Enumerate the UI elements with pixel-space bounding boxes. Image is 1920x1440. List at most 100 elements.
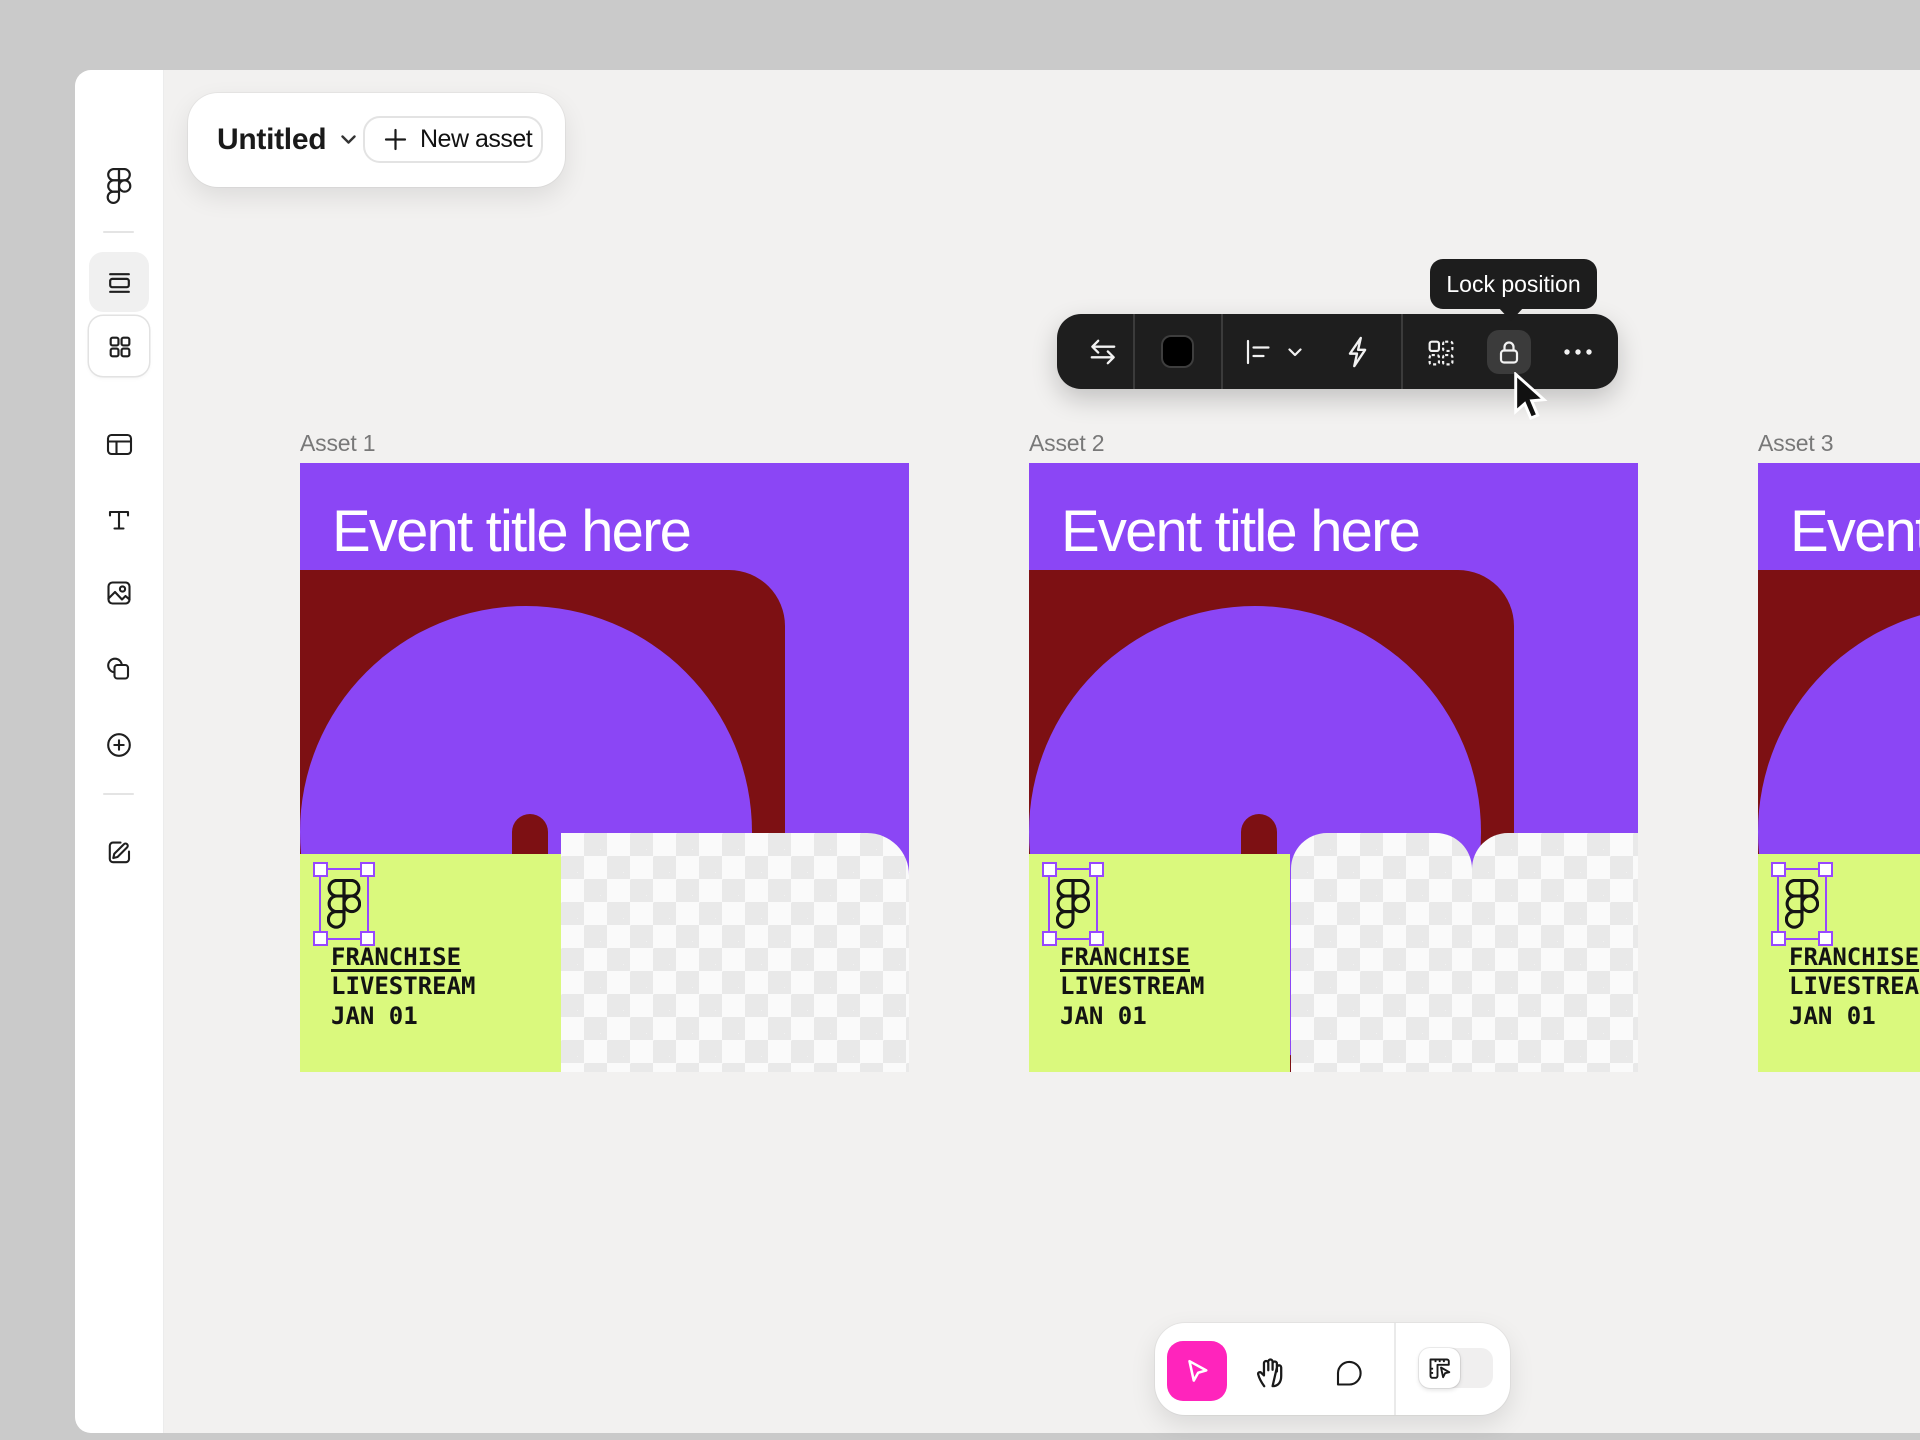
brand-line: LIVESTREAM [1060, 972, 1205, 1001]
sidebar-item-shapes[interactable] [97, 648, 141, 692]
selection-handle[interactable] [313, 931, 328, 946]
selection-handle[interactable] [1089, 862, 1104, 877]
figma-logo[interactable] [107, 168, 132, 205]
selection-handle[interactable] [1771, 862, 1786, 877]
sidebar-item-templates[interactable] [97, 422, 141, 466]
transparent-image-slot[interactable] [1472, 833, 1638, 1072]
brand-logo-icon [327, 879, 361, 930]
fill-color-swatch[interactable] [1163, 337, 1192, 366]
text-icon [104, 505, 134, 535]
brand-line: LIVESTREAM [1789, 972, 1920, 1001]
shapes-icon [104, 655, 134, 685]
asset-label: Asset 1 [300, 430, 375, 457]
swap-instance-button[interactable] [1073, 322, 1133, 382]
event-title[interactable]: Event title here [1790, 499, 1920, 565]
comment-tool-button[interactable] [1332, 1356, 1364, 1388]
brand-line: FRANCHISE [1060, 943, 1205, 972]
asset-label: Asset 2 [1029, 430, 1104, 457]
asset-group-2: Asset 2 Event title here FRANCHISE LIVES… [1029, 430, 1104, 457]
swap-arrows-icon [1087, 337, 1119, 367]
brand-line: JAN 01 [1789, 1002, 1920, 1031]
figma-logo-icon [107, 168, 132, 205]
brand-text[interactable]: FRANCHISE LIVESTREAM JAN 01 [331, 943, 476, 1031]
select-tool-button[interactable] [1167, 1341, 1227, 1401]
selection-handle[interactable] [360, 862, 375, 877]
sidebar-item-covers[interactable] [89, 252, 149, 312]
tooltip-caret [1498, 307, 1524, 321]
brand-text[interactable]: FRANCHISE LIVESTREAM JAN 01 [1060, 943, 1205, 1031]
more-options-button[interactable] [1557, 340, 1599, 364]
sidebar-item-assets[interactable] [89, 316, 149, 376]
brand-line: LIVESTREAM [331, 972, 476, 1001]
brand-line: JAN 01 [1060, 1002, 1205, 1031]
animate-button[interactable] [1339, 332, 1375, 372]
brand-line: FRANCHISE [1789, 943, 1920, 972]
component-grid-icon [1425, 337, 1456, 368]
canvas-toolbar [1155, 1323, 1510, 1415]
brand-text[interactable]: FRANCHISE LIVESTREAM JAN 01 [1789, 943, 1920, 1031]
sidebar [75, 70, 164, 1433]
tooltip: Lock position [1430, 259, 1597, 309]
lock-position-button[interactable] [1487, 330, 1531, 374]
selected-logo-frame[interactable] [321, 870, 367, 938]
new-asset-button[interactable]: New asset [363, 116, 543, 163]
dev-mode-toggle[interactable] [1419, 1348, 1493, 1388]
sidebar-item-add[interactable] [97, 723, 141, 767]
asset-group-3: Asset 3 Event title here FRANCHISE LIVES… [1758, 430, 1833, 457]
brand-logo-icon [1056, 879, 1090, 930]
selection-handle[interactable] [1042, 862, 1057, 877]
toolbar-divider [1133, 314, 1135, 389]
selection-handle[interactable] [313, 862, 328, 877]
toolbar-divider [1394, 1323, 1396, 1415]
asset-card-3[interactable]: Event title here FRANCHISE LIVESTREAM JA… [1758, 463, 1920, 1072]
toolbar-divider [1401, 314, 1403, 389]
chevron-down-icon [1288, 348, 1302, 357]
selected-logo-frame[interactable] [1050, 870, 1096, 938]
cursor-arrow-icon [1512, 372, 1550, 426]
sidebar-divider-bottom [103, 793, 134, 795]
hand-icon [1254, 1355, 1288, 1389]
transparent-image-slot[interactable] [561, 833, 909, 1072]
hand-tool-button[interactable] [1253, 1354, 1289, 1390]
sidebar-item-image[interactable] [97, 571, 141, 615]
alignment-dropdown[interactable] [1285, 344, 1305, 360]
selected-logo-frame[interactable] [1779, 870, 1825, 938]
transparent-image-slot[interactable] [1291, 833, 1472, 1072]
plus-circle-icon [104, 730, 134, 760]
event-title[interactable]: Event title here [332, 499, 909, 565]
dev-mode-knob[interactable] [1419, 1348, 1460, 1388]
event-title[interactable]: Event title here [1061, 499, 1638, 565]
mouse-cursor [1512, 372, 1550, 431]
tooltip-label: Lock position [1446, 271, 1580, 298]
selection-handle[interactable] [1818, 862, 1833, 877]
select-cursor-icon [1182, 1356, 1212, 1386]
layout-template-icon [104, 429, 134, 459]
lock-icon [1494, 337, 1524, 367]
asset-label: Asset 3 [1758, 430, 1833, 457]
brand-line: JAN 01 [331, 1002, 476, 1031]
brand-line: FRANCHISE [331, 943, 476, 972]
asset-card-1[interactable]: Event title here FRANCHISE LIVESTREAM JA… [300, 463, 909, 1072]
plus-icon [384, 128, 407, 151]
new-asset-label: New asset [420, 125, 532, 154]
asset-card-2[interactable]: Event title here FRANCHISE LIVESTREAM JA… [1029, 463, 1638, 1072]
dev-ruler-icon [1426, 1355, 1453, 1382]
asset-grid-icon [105, 332, 134, 361]
apply-template-button[interactable] [1421, 334, 1459, 370]
sidebar-item-text[interactable] [97, 498, 141, 542]
comment-bubble-icon [1333, 1357, 1363, 1387]
file-header: Untitled New asset [188, 93, 565, 187]
lightning-icon [1344, 335, 1370, 369]
project-name[interactable]: Untitled [217, 123, 326, 157]
chevron-down-icon[interactable] [341, 135, 356, 145]
alignment-button[interactable] [1239, 334, 1277, 370]
asset-group-1: Asset 1 Event title here FRANCHISE LIVES… [300, 430, 375, 457]
selection-handle[interactable] [1042, 931, 1057, 946]
image-icon [104, 578, 134, 608]
align-left-icon [1243, 338, 1273, 366]
sidebar-divider-top [103, 231, 134, 233]
selection-handle[interactable] [1771, 931, 1786, 946]
sidebar-item-edit[interactable] [97, 830, 141, 874]
ellipsis-icon [1562, 348, 1594, 356]
brand-logo-icon [1785, 879, 1819, 930]
